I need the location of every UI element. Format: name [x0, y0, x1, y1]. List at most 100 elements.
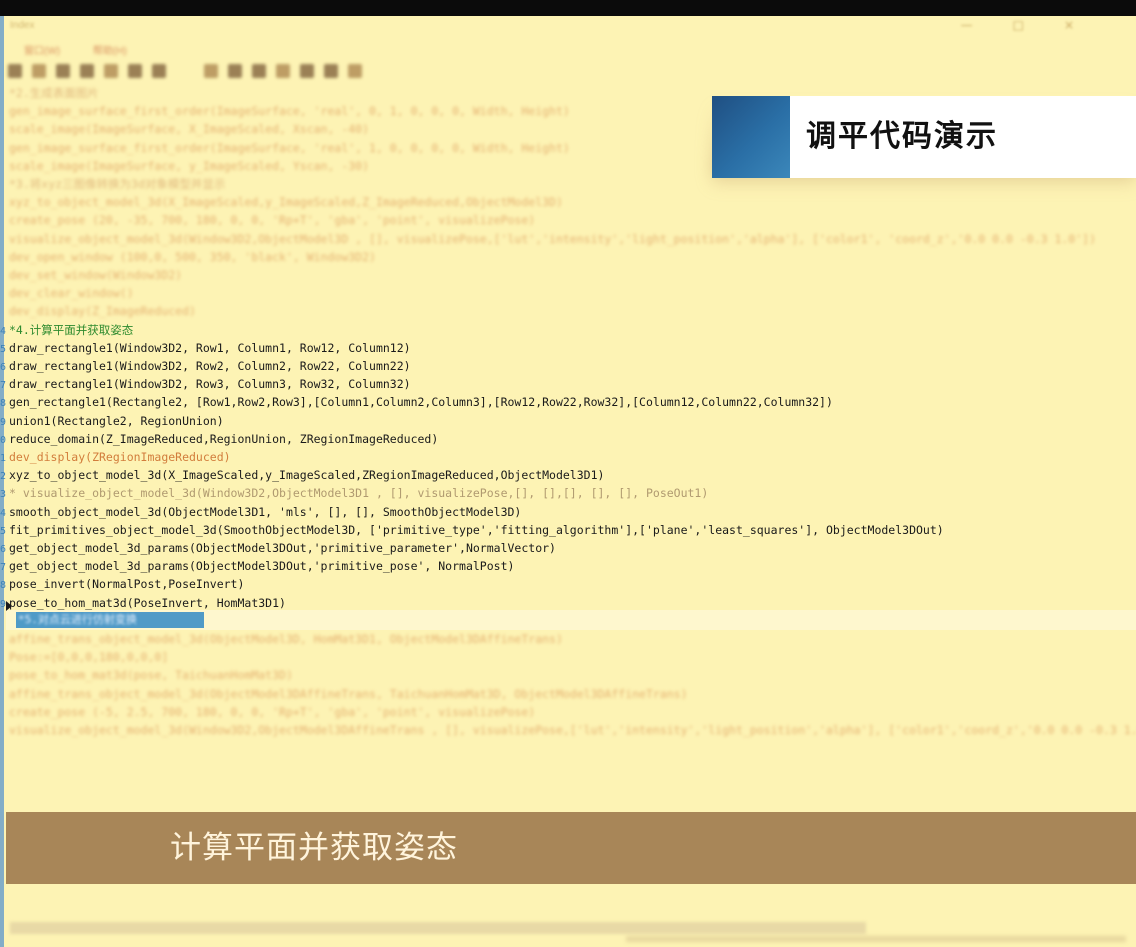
top-letterbox — [0, 0, 1136, 16]
code-line[interactable]: visualize_object_model_3d(Window3D2,Obje… — [0, 230, 1096, 248]
code-line[interactable]: 6 get_object_model_3d_params(ObjectModel3… — [0, 539, 556, 557]
code-text: union1(Rectangle2, RegionUnion) — [9, 413, 224, 428]
code-text: dev_set_window(Window3D2) — [9, 268, 183, 282]
code-text: scale_image(ImageSurface, y_ImageScaled,… — [9, 158, 370, 173]
image-icon[interactable] — [252, 64, 266, 78]
code-line[interactable]: create_pose (-5, 2.5, 700, 180, 0, 0, 'R… — [0, 703, 535, 721]
code-text: get_object_model_3d_params(ObjectModel3D… — [9, 559, 515, 574]
code-line[interactable]: 1 dev_display(ZRegionImageReduced) — [0, 448, 231, 466]
code-line[interactable]: 0 reduce_domain(Z_ImageReduced,RegionUnio… — [0, 430, 438, 448]
screen: Index —□× 窗口(W) 帮助(H) *2.生成表面图片 gen_image… — [0, 0, 1136, 947]
open-icon[interactable] — [8, 64, 22, 78]
code-text: scale_image(ImageSurface, X_ImageScaled,… — [9, 122, 370, 137]
code-line[interactable]: dev_set_window(Window3D2) — [0, 266, 182, 284]
code-text: reduce_domain(Z_ImageReduced,RegionUnion… — [9, 431, 439, 446]
breakpoint-icon[interactable] — [152, 64, 166, 78]
code-line[interactable]: 4 *4.计算平面并获取姿态 — [0, 321, 133, 339]
code-line[interactable]: xyz_to_object_model_3d(X_ImageScaled,y_I… — [0, 193, 563, 211]
code-text: create_pose (20, -35, 700, 180, 0, 0, 'R… — [9, 213, 536, 228]
window-controls: —□× — [961, 18, 1114, 32]
code-text: *4.计算平面并获取姿态 — [9, 322, 134, 337]
help-icon[interactable] — [348, 64, 362, 78]
code-line[interactable]: *3.将xyz三图像转换为3d对象模型并显示 — [0, 175, 225, 193]
code-line[interactable]: visualize_object_model_3d(Window3D2,Obje… — [0, 721, 1136, 739]
code-line[interactable]: gen_image_surface_first_order(ImageSurfa… — [0, 139, 570, 157]
menu-bar: 窗口(W) 帮助(H) — [24, 42, 157, 57]
code-line[interactable]: pose_to_hom_mat3d(pose, TaichuanHomMat3D… — [0, 666, 293, 684]
close-button[interactable]: × — [1064, 18, 1114, 32]
code-line[interactable]: dev_display(Z_ImageReduced) — [0, 302, 196, 320]
code-text: draw_rectangle1(Window3D2, Row1, Column1… — [9, 340, 411, 355]
save-icon[interactable] — [32, 64, 46, 78]
code-text: gen_image_surface_first_order(ImageSurfa… — [9, 140, 570, 155]
window-title: Index — [10, 20, 35, 31]
code-line[interactable]: 5 fit_primitives_object_model_3d(SmoothOb… — [0, 521, 944, 539]
zoom-in-icon[interactable] — [204, 64, 218, 78]
minimize-button[interactable]: — — [961, 18, 1013, 32]
code-text: pose_invert(NormalPost,PoseInvert) — [9, 577, 245, 592]
code-text: draw_rectangle1(Window3D2, Row3, Column3… — [9, 377, 411, 392]
code-line[interactable]: 9 union1(Rectangle2, RegionUnion) — [0, 412, 224, 430]
code-line[interactable]: affine_trans_object_model_3d(ObjectModel… — [0, 685, 688, 703]
code-text: visualize_object_model_3d(Window3D2,Obje… — [9, 231, 1097, 246]
code-text: get_object_model_3d_params(ObjectModel3D… — [9, 541, 556, 555]
code-text: draw_rectangle1(Window3D2, Row2, Column2… — [9, 359, 411, 373]
code-text: pose_to_hom_mat3d(pose, TaichuanHomMat3D… — [9, 668, 293, 683]
graphics-icon[interactable] — [300, 64, 314, 78]
horizontal-scrollbar[interactable] — [10, 922, 866, 934]
code-line[interactable]: 8 gen_rectangle1(Rectangle2, [Row1,Row2,R… — [0, 393, 833, 411]
code-line[interactable]: gen_image_surface_first_order(ImageSurfa… — [0, 102, 570, 120]
menu-item-window[interactable]: 窗口(W) — [24, 46, 60, 57]
debug-icon[interactable] — [128, 64, 142, 78]
code-text: xyz_to_object_model_3d(X_ImageScaled,y_I… — [9, 468, 605, 483]
code-line[interactable]: 8 pose_invert(NormalPost,PoseInvert) — [0, 575, 244, 593]
code-line[interactable]: affine_trans_object_model_3d(ObjectModel… — [0, 630, 563, 648]
program-counter-icon — [6, 601, 12, 611]
code-text: dev_open_window (100,0, 500, 350, 'black… — [9, 249, 376, 264]
code-line[interactable]: 9 pose_to_hom_mat3d(PoseInvert, HomMat3D1… — [0, 594, 286, 612]
subtitle-caption: 计算平面并获取姿态 — [170, 830, 458, 866]
maximize-button[interactable]: □ — [1013, 18, 1064, 32]
code-text: dev_clear_window() — [9, 286, 134, 301]
code-line[interactable]: dev_open_window (100,0, 500, 350, 'black… — [0, 248, 376, 266]
code-line[interactable]: 7 draw_rectangle1(Window3D2, Row3, Column… — [0, 375, 411, 393]
code-text: dev_display(Z_ImageReduced) — [9, 304, 196, 319]
code-line[interactable]: 3 * visualize_object_model_3d(Window3D2,O… — [0, 484, 708, 502]
code-text: *3.将xyz三图像转换为3d对象模型并显示 — [9, 177, 226, 191]
status-bar — [626, 936, 1126, 942]
code-text: fit_primitives_object_model_3d(SmoothObj… — [9, 522, 944, 537]
stop-icon[interactable] — [104, 64, 118, 78]
code-line[interactable]: 4 smooth_object_model_3d(ObjectModel3D1, … — [0, 503, 521, 521]
badge-title: 调平代码演示 — [806, 119, 998, 154]
code-line[interactable]: 5 draw_rectangle1(Window3D2, Row1, Column… — [0, 339, 411, 357]
region-icon[interactable] — [276, 64, 290, 78]
code-text: * visualize_object_model_3d(Window3D2,Ob… — [9, 486, 709, 501]
toolbar-separator — [176, 64, 194, 78]
selected-code-line[interactable]: *5.对点云进行仿射变换 — [18, 612, 137, 628]
title-badge: 调平代码演示 — [712, 96, 1136, 188]
badge-accent-block — [712, 96, 790, 178]
code-line[interactable]: dev_clear_window() — [0, 284, 134, 302]
code-text: affine_trans_object_model_3d(ObjectModel… — [9, 632, 563, 646]
step-icon[interactable] — [80, 64, 94, 78]
menu-item-help[interactable]: 帮助(H) — [93, 46, 127, 57]
code-line[interactable]: 2 xyz_to_object_model_3d(X_ImageScaled,y_… — [0, 466, 604, 484]
code-text: visualize_object_model_3d(Window3D2,Obje… — [9, 723, 1136, 737]
code-line[interactable]: scale_image(ImageSurface, X_ImageScaled,… — [0, 120, 369, 138]
code-line[interactable]: scale_image(ImageSurface, y_ImageScaled,… — [0, 157, 369, 175]
code-line[interactable]: *2.生成表面图片 — [0, 84, 99, 102]
toolbar — [8, 64, 362, 78]
zoom-out-icon[interactable] — [228, 64, 242, 78]
code-text: pose_to_hom_mat3d(PoseInvert, HomMat3D1) — [9, 595, 286, 610]
code-text: affine_trans_object_model_3d(ObjectModel… — [9, 686, 688, 701]
code-line[interactable]: 7 get_object_model_3d_params(ObjectModel3… — [0, 557, 514, 575]
code-text: xyz_to_object_model_3d(X_ImageScaled,y_I… — [9, 195, 563, 210]
code-text: dev_display(ZRegionImageReduced) — [9, 450, 231, 464]
code-line[interactable]: Pose:=[0,0,0,180,0,0,0] — [0, 648, 168, 666]
code-text: Pose:=[0,0,0,180,0,0,0] — [9, 650, 169, 665]
code-line[interactable]: create_pose (20, -35, 700, 180, 0, 0, 'R… — [0, 211, 535, 229]
code-text: smooth_object_model_3d(ObjectModel3D1, '… — [9, 504, 522, 519]
run-icon[interactable] — [56, 64, 70, 78]
settings-icon[interactable] — [324, 64, 338, 78]
code-line[interactable]: 6 draw_rectangle1(Window3D2, Row2, Column… — [0, 357, 411, 375]
